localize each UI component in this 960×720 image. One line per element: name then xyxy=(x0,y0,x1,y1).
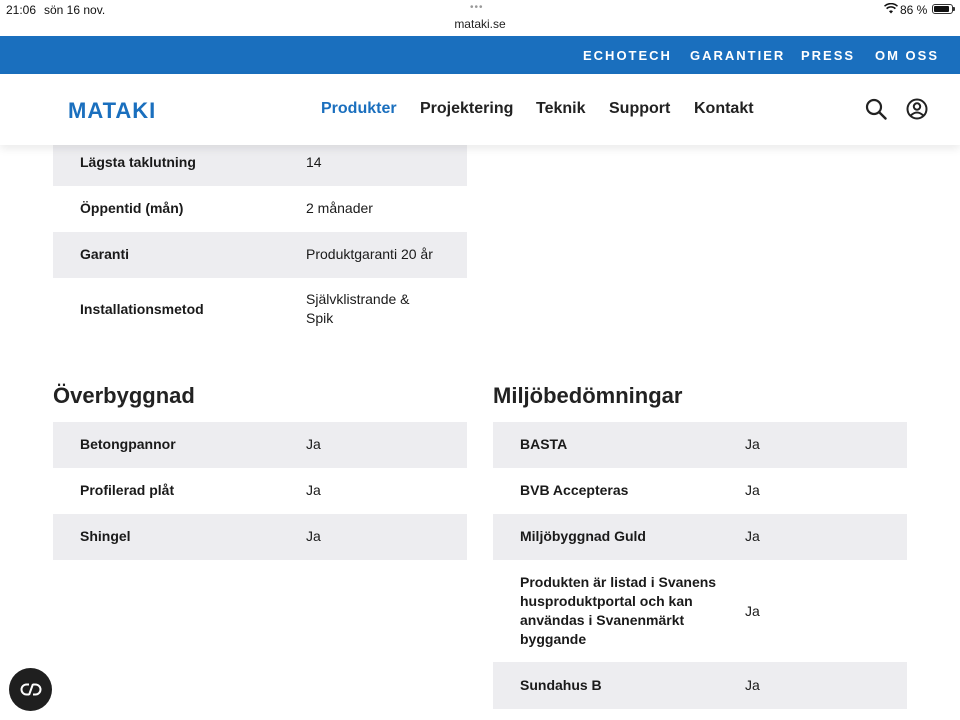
nav-link-produkter[interactable]: Produkter xyxy=(321,100,397,118)
chat-icon xyxy=(20,683,42,696)
address-bar-url[interactable]: mataki.se xyxy=(0,17,960,31)
spec-value: 14 xyxy=(306,154,322,170)
status-bar: 21:06 sön 16 nov. ••• mataki.se 86 % xyxy=(0,0,960,36)
row-label: Betongpannor xyxy=(80,436,176,452)
row-label-line: byggande xyxy=(520,631,587,647)
overbyggnad-table: Betongpannor Ja Profilerad plåt Ja Shing… xyxy=(53,422,467,560)
row-value: Ja xyxy=(745,528,760,544)
top-bar: ECHOTECH GARANTIER PRESS OM OSS xyxy=(0,36,960,74)
row-label-line: husproduktportal och kan xyxy=(520,593,693,609)
table-row: BVB Accepteras Ja xyxy=(493,468,907,514)
table-row: Öppentid (mån) 2 månader xyxy=(53,186,467,232)
spec-value: 2 månader xyxy=(306,200,373,216)
row-label-line: Produkten är listad i Svanens xyxy=(520,574,717,590)
table-row: BASTA Ja xyxy=(493,422,907,468)
spec-label: Lägsta taklutning xyxy=(80,154,196,170)
row-label-line: användas i Svanenmärkt xyxy=(520,612,685,628)
nav-link-kontakt[interactable]: Kontakt xyxy=(694,100,754,118)
multitask-dots[interactable]: ••• xyxy=(470,2,484,13)
row-value: Ja xyxy=(745,482,760,498)
topbar-link-echotech[interactable]: ECHOTECH xyxy=(583,48,672,63)
row-value: Ja xyxy=(745,677,760,693)
spec-value-line: Självklistrande & xyxy=(306,291,410,307)
row-label: Miljöbyggnad Guld xyxy=(520,528,646,544)
nav-link-teknik[interactable]: Teknik xyxy=(536,100,586,118)
row-value: Ja xyxy=(745,603,760,619)
table-row: Sundahus B Ja xyxy=(493,662,907,709)
logo[interactable]: MATAKI xyxy=(68,98,156,124)
row-value: Ja xyxy=(306,482,321,498)
chat-button[interactable] xyxy=(9,668,52,711)
table-row: Betongpannor Ja xyxy=(53,422,467,468)
main-nav: MATAKI Produkter Projektering Teknik Sup… xyxy=(0,74,960,145)
overbyggnad-heading: Överbyggnad xyxy=(53,383,195,408)
table-row: Produkten är listad i Svanens husprodukt… xyxy=(493,560,907,662)
table-row: Lägsta taklutning 14 xyxy=(53,140,467,186)
nav-link-projektering[interactable]: Projektering xyxy=(420,100,513,118)
row-label: BVB Accepteras xyxy=(520,482,629,498)
row-label: Profilerad plåt xyxy=(80,482,175,498)
table-row: Garanti Produktgaranti 20 år xyxy=(53,232,467,278)
battery-percent: 86 % xyxy=(900,3,928,17)
search-icon[interactable] xyxy=(865,98,887,120)
spec-label: Öppentid (mån) xyxy=(80,200,184,216)
battery-icon xyxy=(932,4,955,14)
table-row: Installationsmetod Självklistrande & Spi… xyxy=(53,278,467,342)
specs-table: Lägsta taklutning 14 Öppentid (mån) 2 må… xyxy=(53,140,467,342)
miljo-heading: Miljöbedömningar xyxy=(493,383,683,408)
table-row: Miljöbyggnad Guld Ja xyxy=(493,514,907,560)
topbar-link-om-oss[interactable]: OM OSS xyxy=(875,48,939,63)
miljo-table: BASTA Ja BVB Accepteras Ja Miljöbyggnad … xyxy=(493,422,907,709)
topbar-link-garantier[interactable]: GARANTIER xyxy=(690,48,785,63)
row-value: Ja xyxy=(745,436,760,452)
status-time: 21:06 xyxy=(6,3,37,17)
row-label: Sundahus B xyxy=(520,677,602,693)
wifi-icon xyxy=(884,3,898,14)
row-label: Shingel xyxy=(80,528,131,544)
row-value: Ja xyxy=(306,436,321,452)
nav-link-support[interactable]: Support xyxy=(609,100,670,118)
spec-value-line: Spik xyxy=(306,310,334,326)
spec-label: Garanti xyxy=(80,246,130,262)
spec-value: Produktgaranti 20 år xyxy=(306,246,433,262)
row-label: BASTA xyxy=(520,436,568,452)
row-value: Ja xyxy=(306,528,321,544)
spec-label: Installationsmetod xyxy=(80,301,204,317)
status-date: sön 16 nov. xyxy=(44,3,106,17)
topbar-link-press[interactable]: PRESS xyxy=(801,48,855,63)
table-row: Profilerad plåt Ja xyxy=(53,468,467,514)
table-row: Shingel Ja xyxy=(53,514,467,560)
user-icon[interactable] xyxy=(906,98,928,120)
